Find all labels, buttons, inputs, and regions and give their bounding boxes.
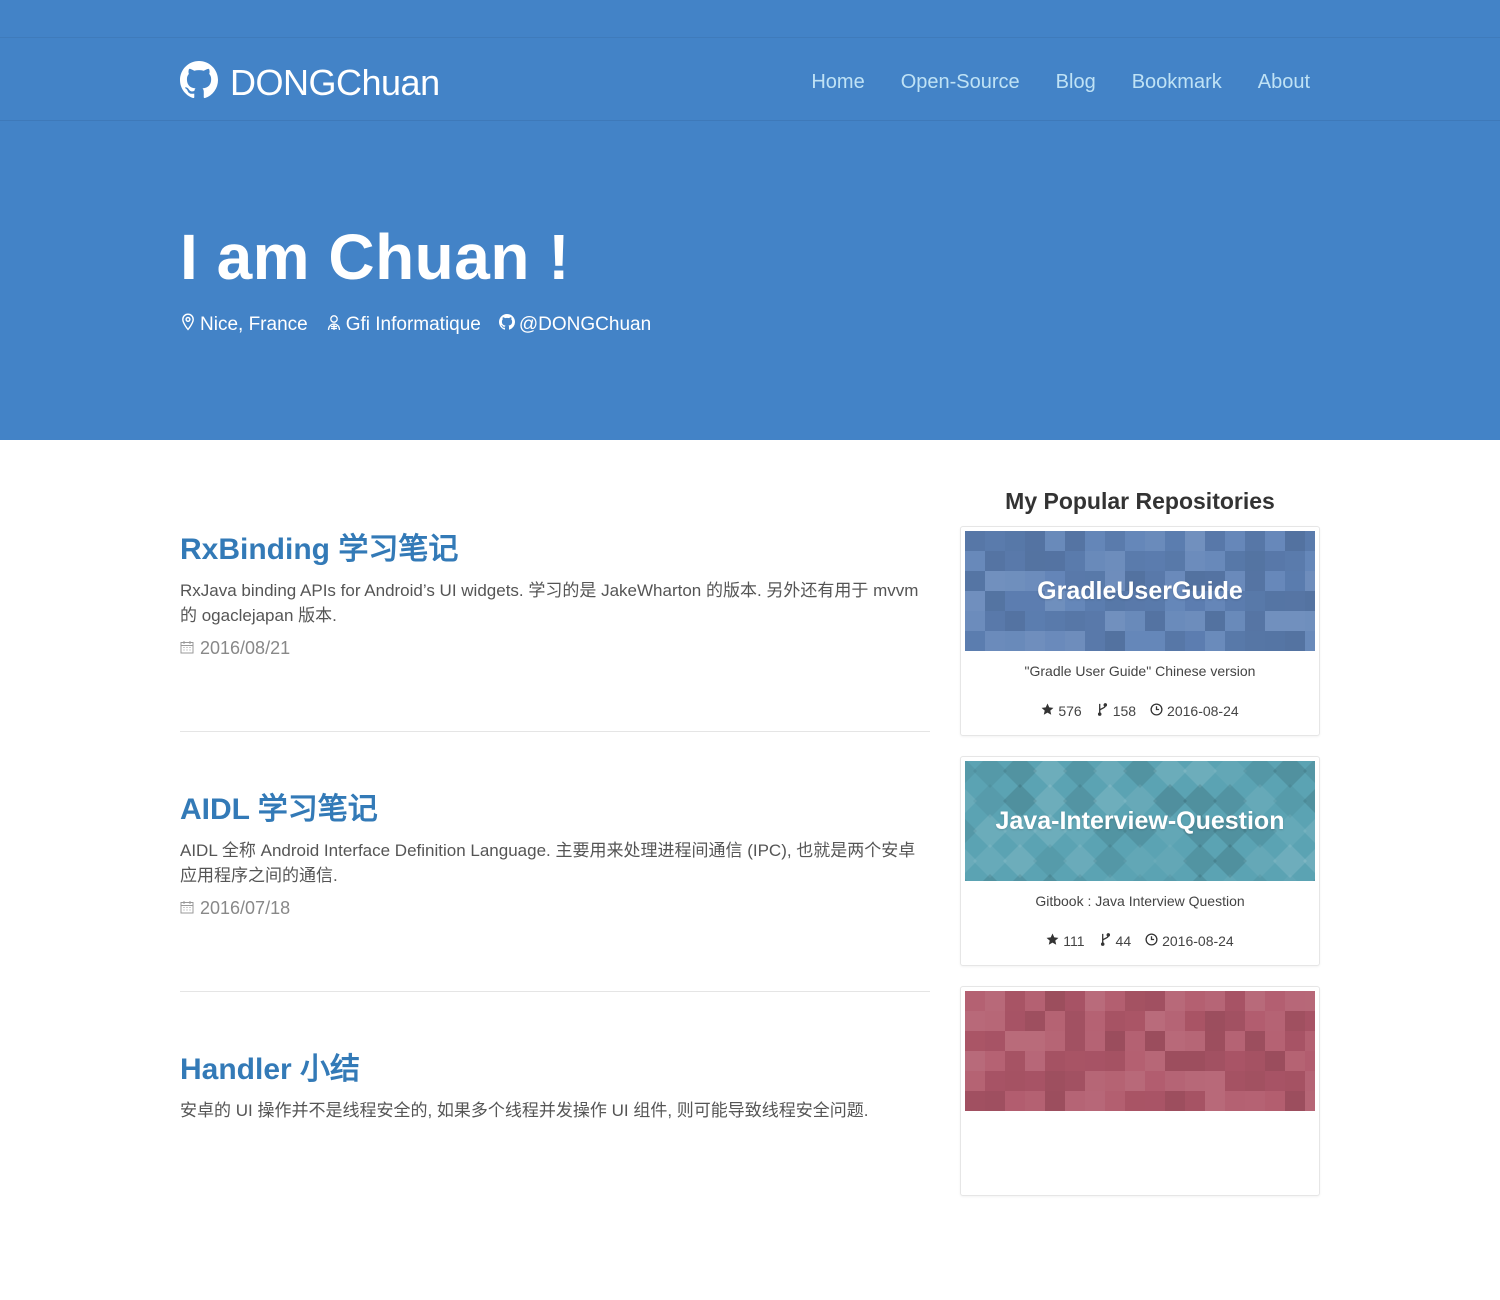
repo-pattern <box>965 991 1315 1111</box>
sidebar-title: My Popular Repositories <box>1005 488 1275 514</box>
repo-name: Java-Interview-Question <box>995 806 1285 835</box>
forks-count: 158 <box>1112 703 1137 719</box>
updated-date: 2016-08-24 <box>1162 933 1234 949</box>
company-item: Gfi Informatique <box>326 313 481 337</box>
repo-stats: 576 158 2016-08-24 <box>965 703 1315 719</box>
repo-description: "Gradle User Guide" Chinese version <box>1024 663 1256 679</box>
repo-description: Gitbook : Java Interview Question <box>1035 893 1245 909</box>
repo-card[interactable]: GradleUserGuide "Gradle User Guide" Chin… <box>960 526 1320 736</box>
post-date: 2016/07/18 <box>180 898 930 919</box>
star-icon <box>1046 933 1063 949</box>
navbar: DONGChuan Home Open-Source Blog Bookmark… <box>0 39 1500 121</box>
fork-icon <box>1099 933 1116 949</box>
nav-about[interactable]: About <box>1258 71 1310 94</box>
post-item: AIDL 学习笔记 AIDL 全称 Android Interface Defi… <box>180 780 930 992</box>
brand-name: DONGChuan <box>230 61 440 103</box>
header-top-strip <box>0 0 1500 38</box>
post-item: Handler 小结 安卓的 UI 操作并不是线程安全的, 如果多个线程并发操作… <box>180 1040 930 1252</box>
repo-banner: Java-Interview-Question <box>965 761 1315 881</box>
nav-bookmark[interactable]: Bookmark <box>1132 71 1222 94</box>
repo-stats: 111 44 2016-08-24 <box>965 933 1315 949</box>
forks-count: 44 <box>1115 933 1132 949</box>
repo-updated: 2016-08-24 <box>1145 933 1234 949</box>
calendar-icon <box>180 898 200 919</box>
repo-card[interactable] <box>960 986 1320 1196</box>
repo-name: GradleUserGuide <box>1037 576 1243 605</box>
post-title-link[interactable]: AIDL 学习笔记 <box>180 784 930 828</box>
map-pin-icon <box>180 313 200 337</box>
repo-banner <box>965 991 1315 1111</box>
post-list: RxBinding 学习笔记 RxJava binding APIs for A… <box>180 520 930 1300</box>
post-date-text: 2016/07/18 <box>200 898 291 918</box>
calendar-icon <box>180 638 200 659</box>
post-title-link[interactable]: RxBinding 学习笔记 <box>180 524 930 568</box>
post-date: 2016/08/21 <box>180 638 930 659</box>
repo-forks: 44 <box>1099 933 1132 949</box>
location-item: Nice, France <box>180 313 308 337</box>
post-date-text: 2016/08/21 <box>200 638 291 658</box>
nav-blog[interactable]: Blog <box>1056 71 1096 94</box>
fork-icon <box>1096 703 1113 719</box>
header: DONGChuan Home Open-Source Blog Bookmark… <box>0 0 1500 440</box>
nav-open-source[interactable]: Open-Source <box>901 71 1020 94</box>
clock-icon <box>1145 933 1162 949</box>
post-title-link[interactable]: Handler 小结 <box>180 1044 930 1088</box>
repo-updated: 2016-08-24 <box>1150 703 1239 719</box>
post-item: RxBinding 学习笔记 RxJava binding APIs for A… <box>180 520 930 732</box>
star-icon <box>1041 703 1058 719</box>
nav-home[interactable]: Home <box>811 71 864 94</box>
repo-stars: 111 <box>1046 933 1085 949</box>
stars-count: 576 <box>1058 703 1082 719</box>
hero-meta: Nice, France Gfi Informatique @DONGChuan <box>180 313 669 337</box>
main-nav: Home Open-Source Blog Bookmark About <box>811 71 1310 94</box>
location-text: Nice, France <box>200 314 308 335</box>
repo-stars: 576 <box>1041 703 1082 719</box>
repo-forks: 158 <box>1096 703 1136 719</box>
github-link[interactable]: @DONGChuan <box>498 313 652 337</box>
post-excerpt: AIDL 全称 Android Interface Definition Lan… <box>180 841 916 885</box>
github-icon <box>180 61 218 104</box>
company-icon <box>326 313 346 337</box>
hero-title: I am Chuan ! <box>180 221 571 293</box>
github-icon <box>498 313 519 337</box>
post-excerpt: RxJava binding APIs for Android’s UI wid… <box>180 581 919 625</box>
post-excerpt: 安卓的 UI 操作并不是线程安全的, 如果多个线程并发操作 UI 组件, 则可能… <box>180 1101 869 1120</box>
repo-banner: GradleUserGuide <box>965 531 1315 651</box>
github-handle: @DONGChuan <box>518 314 652 335</box>
brand-link[interactable]: DONGChuan <box>180 61 440 104</box>
stars-count: 111 <box>1063 933 1085 949</box>
repo-card[interactable]: Java-Interview-Question Gitbook : Java I… <box>960 756 1320 966</box>
clock-icon <box>1150 703 1167 719</box>
company-text: Gfi Informatique <box>345 314 481 335</box>
sidebar: My Popular Repositories GradleUserGuide … <box>960 488 1320 1216</box>
updated-date: 2016-08-24 <box>1167 703 1239 719</box>
